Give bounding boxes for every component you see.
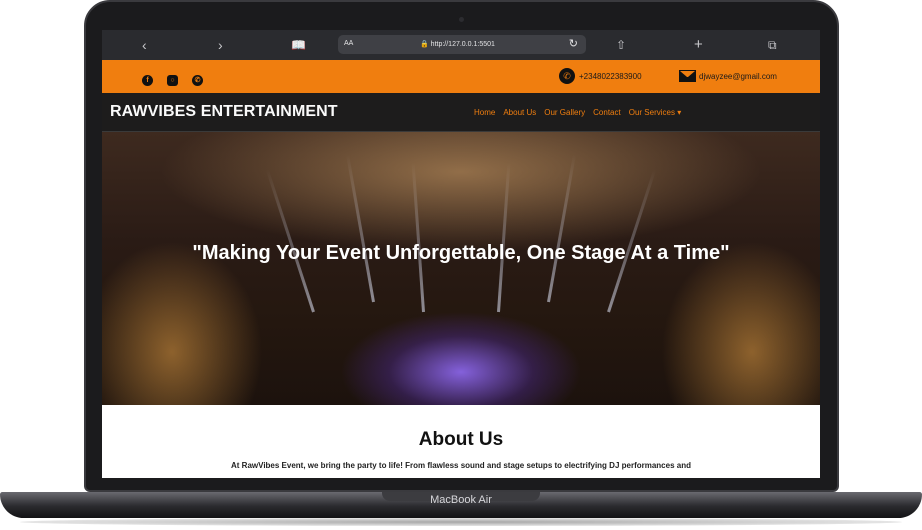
reload-icon[interactable]: ↻ <box>569 37 578 50</box>
tabs-overview-icon[interactable]: ⧉ <box>768 36 777 54</box>
site-logo[interactable]: RAWVIBES ENTERTAINMENT <box>110 103 338 121</box>
nav-item-contact[interactable]: Contact <box>593 108 621 117</box>
laptop-shadow <box>20 518 902 526</box>
laptop-mockup: MacBook Air ‹ › 📖 AA 🔒 http://127.0.0.1:… <box>0 0 922 530</box>
about-section: About Us At RawVibes Event, we bring the… <box>102 405 820 478</box>
light-beam <box>411 162 425 313</box>
hero-banner: "Making Your Event Unforgettable, One St… <box>102 132 820 405</box>
facebook-icon[interactable]: f <box>142 75 153 86</box>
about-title: About Us <box>418 429 504 450</box>
url-text: 🔒 http://127.0.0.1:5501 <box>420 41 495 48</box>
light-beam <box>345 154 375 303</box>
browser-toolbar: ‹ › 📖 AA 🔒 http://127.0.0.1:5501 ↻ ⇧ + ⧉ <box>102 30 820 60</box>
whatsapp-icon[interactable]: ✆ <box>192 75 203 86</box>
email-address[interactable]: djwayzee@gmail.com <box>699 72 777 81</box>
back-icon[interactable]: ‹ <box>142 36 147 54</box>
share-icon[interactable]: ⇧ <box>616 36 626 54</box>
text-size-button[interactable]: AA <box>344 40 353 47</box>
bookmarks-icon[interactable]: 📖 <box>291 36 306 54</box>
mail-icon <box>679 70 696 82</box>
url-value: http://127.0.0.1:5501 <box>430 41 495 48</box>
new-tab-icon[interactable]: + <box>694 36 703 54</box>
main-navigation: RAWVIBES ENTERTAINMENT Home About Us Our… <box>102 93 820 132</box>
instagram-icon[interactable]: ○ <box>167 75 178 86</box>
address-bar[interactable]: AA 🔒 http://127.0.0.1:5501 ↻ <box>338 35 586 54</box>
about-text: At RawVibes Event, we bring the party to… <box>231 461 691 470</box>
webcam <box>459 17 464 22</box>
nav-menu: Home About Us Our Gallery Contact Our Se… <box>474 108 681 117</box>
phone-number[interactable]: +2348022383900 <box>579 72 642 81</box>
device-label: MacBook Air <box>430 494 492 506</box>
contact-bar: f ○ ✆ ✆ +2348022383900 djwayzee@gmail.co… <box>102 60 820 93</box>
light-beam <box>497 162 511 313</box>
phone-icon: ✆ <box>559 68 575 84</box>
nav-item-about[interactable]: About Us <box>503 108 536 117</box>
hero-headline: "Making Your Event Unforgettable, One St… <box>192 242 730 264</box>
nav-item-home[interactable]: Home <box>474 108 495 117</box>
browser-screen: ‹ › 📖 AA 🔒 http://127.0.0.1:5501 ↻ ⇧ + ⧉… <box>102 30 820 478</box>
nav-item-services-dropdown[interactable]: Our Services ▾ <box>629 108 681 117</box>
nav-item-gallery[interactable]: Our Gallery <box>544 108 585 117</box>
light-beam <box>547 154 577 303</box>
forward-icon[interactable]: › <box>218 36 223 54</box>
